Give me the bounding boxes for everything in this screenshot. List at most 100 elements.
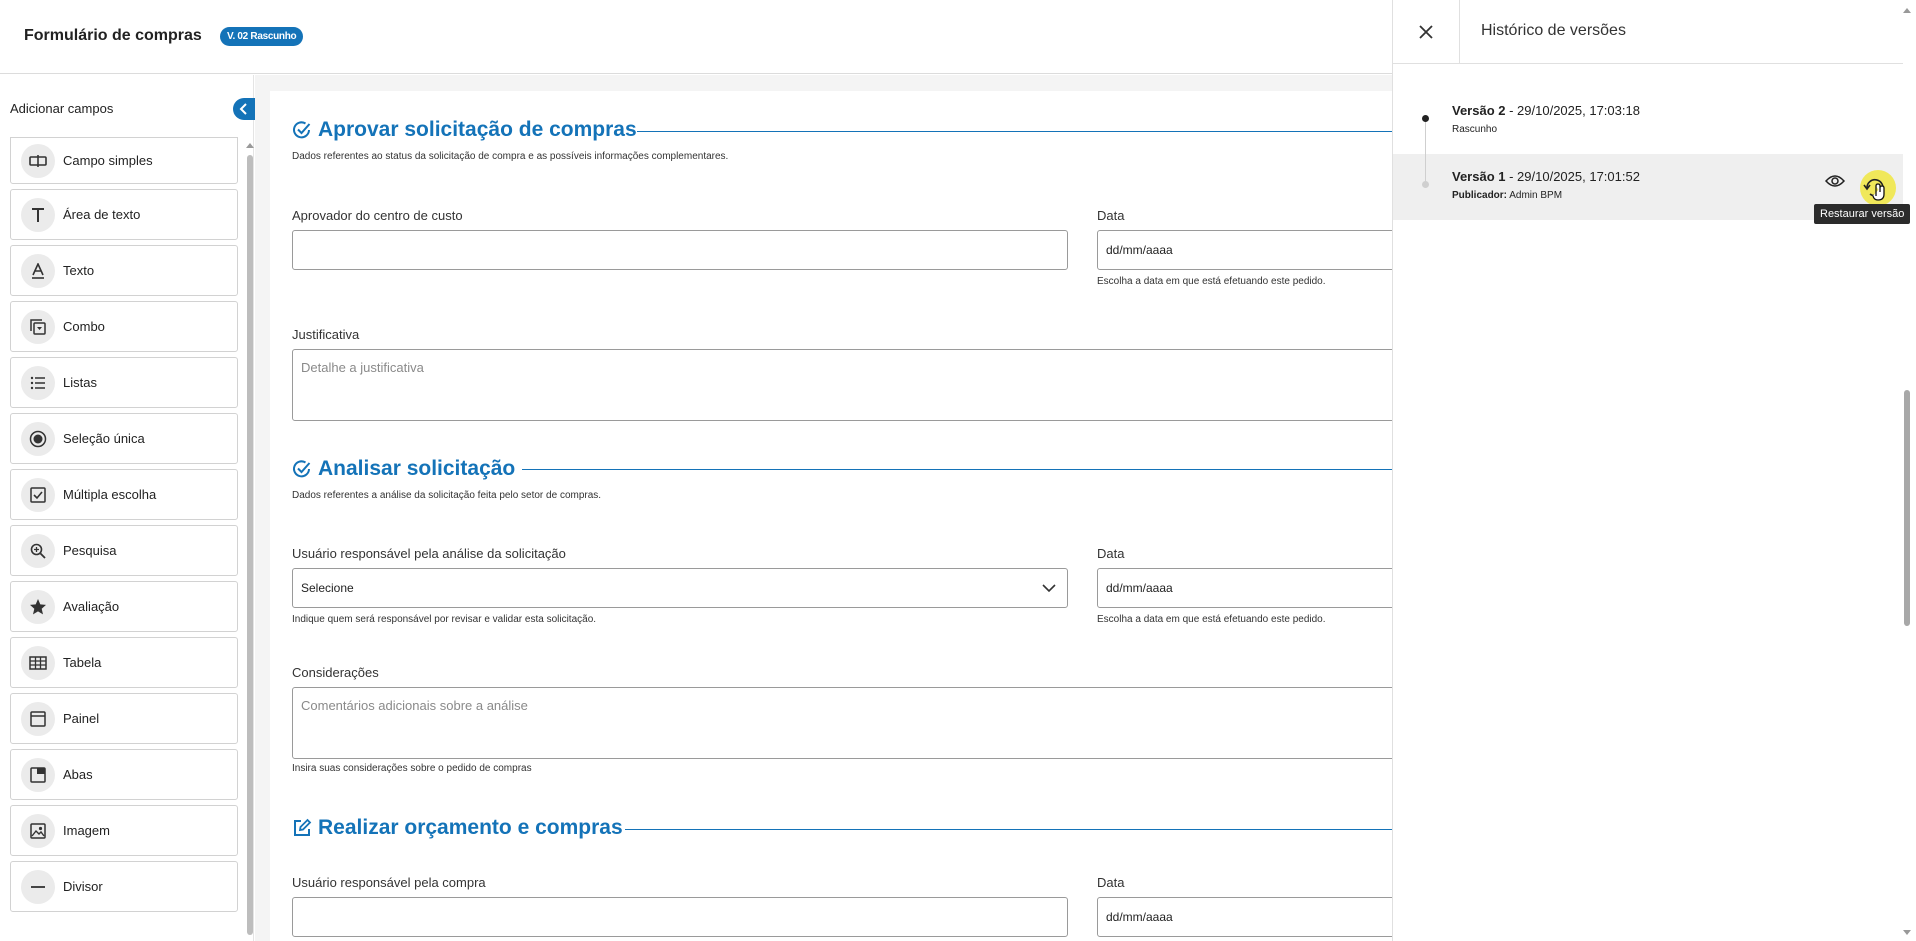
panel-header: Histórico de versões (1393, 0, 1903, 64)
analysis-user-hint: Indique quem será responsável por revisa… (292, 614, 597, 625)
timeline-dot (1422, 181, 1429, 188)
section-divider-line (625, 829, 1392, 830)
field-item-area-de-texto[interactable]: Área de texto (10, 189, 238, 240)
field-label: Avaliação (63, 599, 120, 614)
date-label: Data (1097, 546, 1125, 561)
section-description: Dados referentes ao status da solicitaçã… (292, 151, 729, 162)
section-header-realizar: Realizar orçamento e compras (292, 816, 623, 840)
check-circle-icon (293, 121, 311, 139)
version-title: Versão 1 - 29/10/2025, 17:01:52 (1452, 169, 1640, 184)
date-input[interactable]: dd/mm/aaaa (1097, 897, 1392, 937)
form-card: Aprovar solicitação de compras Dados ref… (270, 91, 1392, 941)
panel-title: Histórico de versões (1481, 22, 1626, 39)
text-area-icon (21, 197, 55, 232)
chevron-down-icon (1042, 584, 1056, 593)
field-item-tabela[interactable]: Tabela (10, 637, 238, 688)
field-label: Seleção única (63, 431, 145, 446)
sidebar-scrollbar[interactable] (247, 155, 253, 935)
field-item-campo-simples[interactable]: Campo simples (10, 137, 238, 184)
field-label: Listas (63, 375, 97, 390)
version-publisher: Publicador: Admin BPM (1452, 190, 1562, 201)
justification-textarea[interactable]: Detalhe a justificativa (292, 349, 1392, 421)
sidebar-title: Adicionar campos (10, 101, 114, 116)
field-label: Pesquisa (63, 543, 117, 558)
restore-tooltip: Restaurar versão (1814, 204, 1911, 224)
section-divider-line (637, 131, 1392, 132)
version-status: Rascunho (1452, 124, 1498, 135)
collapse-sidebar-button[interactable] (233, 98, 255, 120)
eye-icon (1824, 175, 1846, 187)
version-datetime: - 29/10/2025, 17:03:18 (1505, 103, 1640, 118)
field-item-painel[interactable]: Painel (10, 693, 238, 744)
image-icon (21, 813, 55, 848)
panel-scroll-up-arrow[interactable] (1903, 8, 1911, 13)
dropdown-icon (21, 309, 55, 344)
date-hint: Escolha a data em que está efetuando est… (1097, 614, 1326, 625)
section-title: Analisar solicitação (318, 457, 516, 480)
field-label: Área de texto (63, 207, 141, 222)
purchase-user-input[interactable] (292, 897, 1068, 937)
input-field-icon (21, 143, 55, 178)
analysis-user-select[interactable]: Selecione (292, 568, 1068, 608)
section-title: Realizar orçamento e compras (318, 816, 623, 839)
field-item-selecao-unica[interactable]: Seleção única (10, 413, 238, 464)
version-name: Versão 1 (1452, 169, 1506, 184)
panel-scrollbar[interactable] (1904, 390, 1910, 626)
search-icon (21, 533, 55, 568)
considerations-label: Considerações (292, 665, 379, 680)
add-fields-sidebar: Adicionar campos Campo simples Área de t… (0, 75, 255, 941)
check-circle-icon (293, 460, 311, 478)
table-icon (21, 645, 55, 680)
purchase-user-label: Usuário responsável pela compra (292, 875, 486, 890)
field-item-texto[interactable]: Texto (10, 245, 238, 296)
form-title: Formulário de compras (24, 27, 202, 44)
field-item-listas[interactable]: Listas (10, 357, 238, 408)
version-datetime: - 29/10/2025, 17:01:52 (1505, 169, 1640, 184)
panel-scroll-down-arrow[interactable] (1903, 930, 1911, 935)
section-title: Aprovar solicitação de compras (318, 118, 637, 141)
section-header-analisar: Analisar solicitação (292, 457, 515, 481)
section-header-aprovar: Aprovar solicitação de compras (292, 118, 637, 142)
field-item-divisor[interactable]: Divisor (10, 861, 238, 912)
restore-version-button[interactable] (1861, 174, 1889, 207)
restore-icon (1863, 178, 1885, 201)
field-item-avaliacao[interactable]: Avaliação (10, 581, 238, 632)
field-item-abas[interactable]: Abas (10, 749, 238, 800)
approver-input[interactable] (292, 230, 1068, 270)
top-bar: Formulário de compras V. 02 Rascunho (0, 0, 1392, 74)
field-item-combo[interactable]: Combo (10, 301, 238, 352)
considerations-hint: Insira suas considerações sobre o pedido… (292, 763, 532, 774)
analysis-user-label: Usuário responsável pela análise da soli… (292, 546, 566, 561)
star-icon (21, 589, 55, 624)
field-label: Painel (63, 711, 100, 726)
sidebar-scroll-up-arrow[interactable] (246, 143, 254, 148)
publisher-label: Publicador: (1452, 190, 1508, 201)
timeline-dot-current (1422, 115, 1429, 122)
considerations-textarea[interactable]: Comentários adicionais sobre a análise (292, 687, 1392, 759)
text-icon (21, 253, 55, 288)
field-label: Texto (63, 263, 95, 278)
list-icon (21, 365, 55, 400)
field-list: Campo simples Área de texto Texto Combo … (10, 137, 238, 917)
version-name: Versão 2 (1452, 103, 1506, 118)
field-item-multipla-escolha[interactable]: Múltipla escolha (10, 469, 238, 520)
field-label: Campo simples (63, 153, 153, 168)
close-panel-button[interactable] (1393, 0, 1460, 64)
field-label: Combo (63, 319, 105, 334)
close-icon (1419, 25, 1433, 39)
section-description: Dados referentes a análise da solicitaçã… (292, 490, 602, 501)
field-item-pesquisa[interactable]: Pesquisa (10, 525, 238, 576)
date-label: Data (1097, 208, 1125, 223)
version-item[interactable]: Versão 2 - 29/10/2025, 17:03:18 Rascunho (1393, 88, 1903, 154)
form-canvas: Aprovar solicitação de compras Dados ref… (255, 75, 1392, 941)
date-input[interactable]: dd/mm/aaaa (1097, 568, 1392, 608)
field-label: Múltipla escolha (63, 487, 157, 502)
divider-icon (21, 869, 55, 904)
field-label: Divisor (63, 879, 103, 894)
tabs-icon (21, 757, 55, 792)
field-item-imagem[interactable]: Imagem (10, 805, 238, 856)
view-version-button[interactable] (1824, 174, 1846, 193)
field-label: Tabela (63, 655, 102, 670)
date-input[interactable]: dd/mm/aaaa (1097, 230, 1392, 270)
field-label: Abas (63, 767, 93, 782)
